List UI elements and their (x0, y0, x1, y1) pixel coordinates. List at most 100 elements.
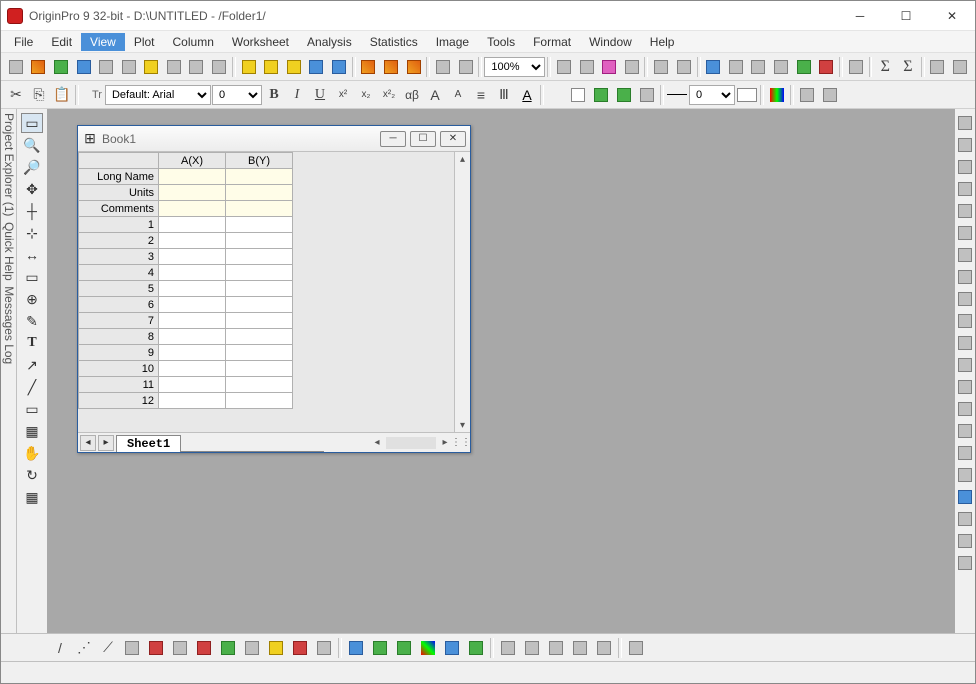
template-5-button[interactable] (593, 637, 615, 659)
cell[interactable] (159, 265, 226, 281)
vertical-scrollbar[interactable]: ▴ ▾ (454, 152, 470, 432)
new-matrix-button[interactable] (95, 56, 117, 78)
cell[interactable] (226, 169, 293, 185)
3d-2-button[interactable] (369, 637, 391, 659)
cell[interactable] (226, 281, 293, 297)
rt21[interactable] (954, 553, 976, 573)
row-longname[interactable]: Long Name (79, 169, 159, 185)
3d-3-button[interactable] (393, 637, 415, 659)
column-plot-button[interactable] (121, 637, 143, 659)
slide-button[interactable] (598, 56, 620, 78)
code-builder-button[interactable] (703, 56, 725, 78)
zoom-in-tool[interactable]: 🔍 (21, 135, 43, 155)
fill2-button[interactable] (613, 84, 635, 106)
menu-column[interactable]: Column (164, 33, 223, 51)
subscript-button[interactable]: x₂ (355, 84, 377, 106)
tb-end2[interactable] (949, 56, 971, 78)
menu-image[interactable]: Image (427, 33, 478, 51)
text-tool[interactable]: T (21, 333, 43, 353)
scroll-down-icon[interactable]: ▾ (455, 418, 470, 432)
workbook-titlebar[interactable]: ⊞ Book1 ─ ☐ ✕ (78, 126, 470, 152)
draw-tool[interactable]: ✎ (21, 311, 43, 331)
align-button[interactable]: ≡ (470, 84, 492, 106)
row-header[interactable]: 1 (79, 217, 159, 233)
scatter-plot-button[interactable]: ⋰ (73, 637, 95, 659)
menu-view[interactable]: View (81, 33, 125, 51)
row-header[interactable]: 3 (79, 249, 159, 265)
stock-plot-button[interactable] (313, 637, 335, 659)
digitize-button[interactable] (725, 56, 747, 78)
cell[interactable] (226, 249, 293, 265)
rt12[interactable] (954, 355, 976, 375)
cell[interactable] (159, 169, 226, 185)
format-end1[interactable] (796, 84, 818, 106)
line-width-select[interactable]: 0 (689, 85, 735, 105)
arrow-tool[interactable]: ↗ (21, 355, 43, 375)
line-preview[interactable] (736, 84, 758, 106)
print-preview-button[interactable] (576, 56, 598, 78)
region-tool[interactable]: ▦ (21, 421, 43, 441)
bar-plot-button[interactable] (145, 637, 167, 659)
new-notes-button[interactable] (140, 56, 162, 78)
scroll-right-icon[interactable]: ▸ (438, 436, 452, 450)
rt18[interactable] (954, 487, 976, 507)
cell[interactable] (226, 297, 293, 313)
paste-button[interactable]: 📋 (51, 84, 73, 106)
row-comments[interactable]: Comments (79, 201, 159, 217)
template-3-button[interactable] (545, 637, 567, 659)
font-select[interactable]: Default: Arial (105, 85, 211, 105)
row-units[interactable]: Units (79, 185, 159, 201)
data-reader-tool[interactable]: ⊹ (21, 223, 43, 243)
lock-tool[interactable]: ▦ (21, 487, 43, 507)
stack-plot-button[interactable] (217, 637, 239, 659)
video-button[interactable] (621, 56, 643, 78)
cell[interactable] (159, 393, 226, 409)
import-ascii-button[interactable] (380, 56, 402, 78)
underline-button[interactable]: U (309, 84, 331, 106)
new-layout-button[interactable] (118, 56, 140, 78)
3d-5-button[interactable] (441, 637, 463, 659)
row-header[interactable]: 11 (79, 377, 159, 393)
pan-tool[interactable]: ✋ (21, 443, 43, 463)
refresh-button[interactable] (673, 56, 695, 78)
rt9[interactable] (954, 289, 976, 309)
import-multi-button[interactable] (403, 56, 425, 78)
3d-6-button[interactable] (465, 637, 487, 659)
palette-button[interactable] (766, 84, 788, 106)
bold-button[interactable]: B (263, 84, 285, 106)
pointer-tool[interactable]: ▭ (21, 113, 43, 133)
resize-handle-icon[interactable]: ⋮⋮ (454, 436, 468, 450)
menu-plot[interactable]: Plot (125, 33, 164, 51)
menu-analysis[interactable]: Analysis (298, 33, 361, 51)
row-header[interactable]: 10 (79, 361, 159, 377)
cell[interactable] (226, 185, 293, 201)
cell[interactable] (159, 217, 226, 233)
line-style-button[interactable] (666, 84, 688, 106)
duplicate-button[interactable] (650, 56, 672, 78)
new-3d-button[interactable] (208, 56, 230, 78)
sheet-nav-right[interactable]: ▸ (98, 435, 114, 451)
format-end2[interactable] (819, 84, 841, 106)
batch-button[interactable] (432, 56, 454, 78)
rt14[interactable] (954, 399, 976, 419)
increase-font-button[interactable]: A (424, 84, 446, 106)
cell[interactable] (159, 345, 226, 361)
tb-end1[interactable] (927, 56, 949, 78)
pie-plot-button[interactable] (193, 637, 215, 659)
3d-4-button[interactable] (417, 637, 439, 659)
row-header[interactable]: 8 (79, 329, 159, 345)
new-workbook-button[interactable] (28, 56, 50, 78)
cell[interactable] (159, 249, 226, 265)
new-graph-button[interactable] (73, 56, 95, 78)
zoom-select[interactable]: 100% (484, 57, 545, 77)
row-header[interactable]: 9 (79, 345, 159, 361)
column-header-b[interactable]: B(Y) (226, 153, 293, 169)
superscript-button[interactable]: x² (332, 84, 354, 106)
menu-format[interactable]: Format (524, 33, 580, 51)
rt8[interactable] (954, 267, 976, 287)
cut-button[interactable]: ✂ (5, 84, 27, 106)
rescale-tool[interactable]: ✥ (21, 179, 43, 199)
rt5[interactable] (954, 201, 976, 221)
close-button[interactable]: ✕ (929, 1, 975, 31)
horizontal-scrollbar[interactable]: ◂ ▸ ⋮⋮ (324, 436, 470, 450)
